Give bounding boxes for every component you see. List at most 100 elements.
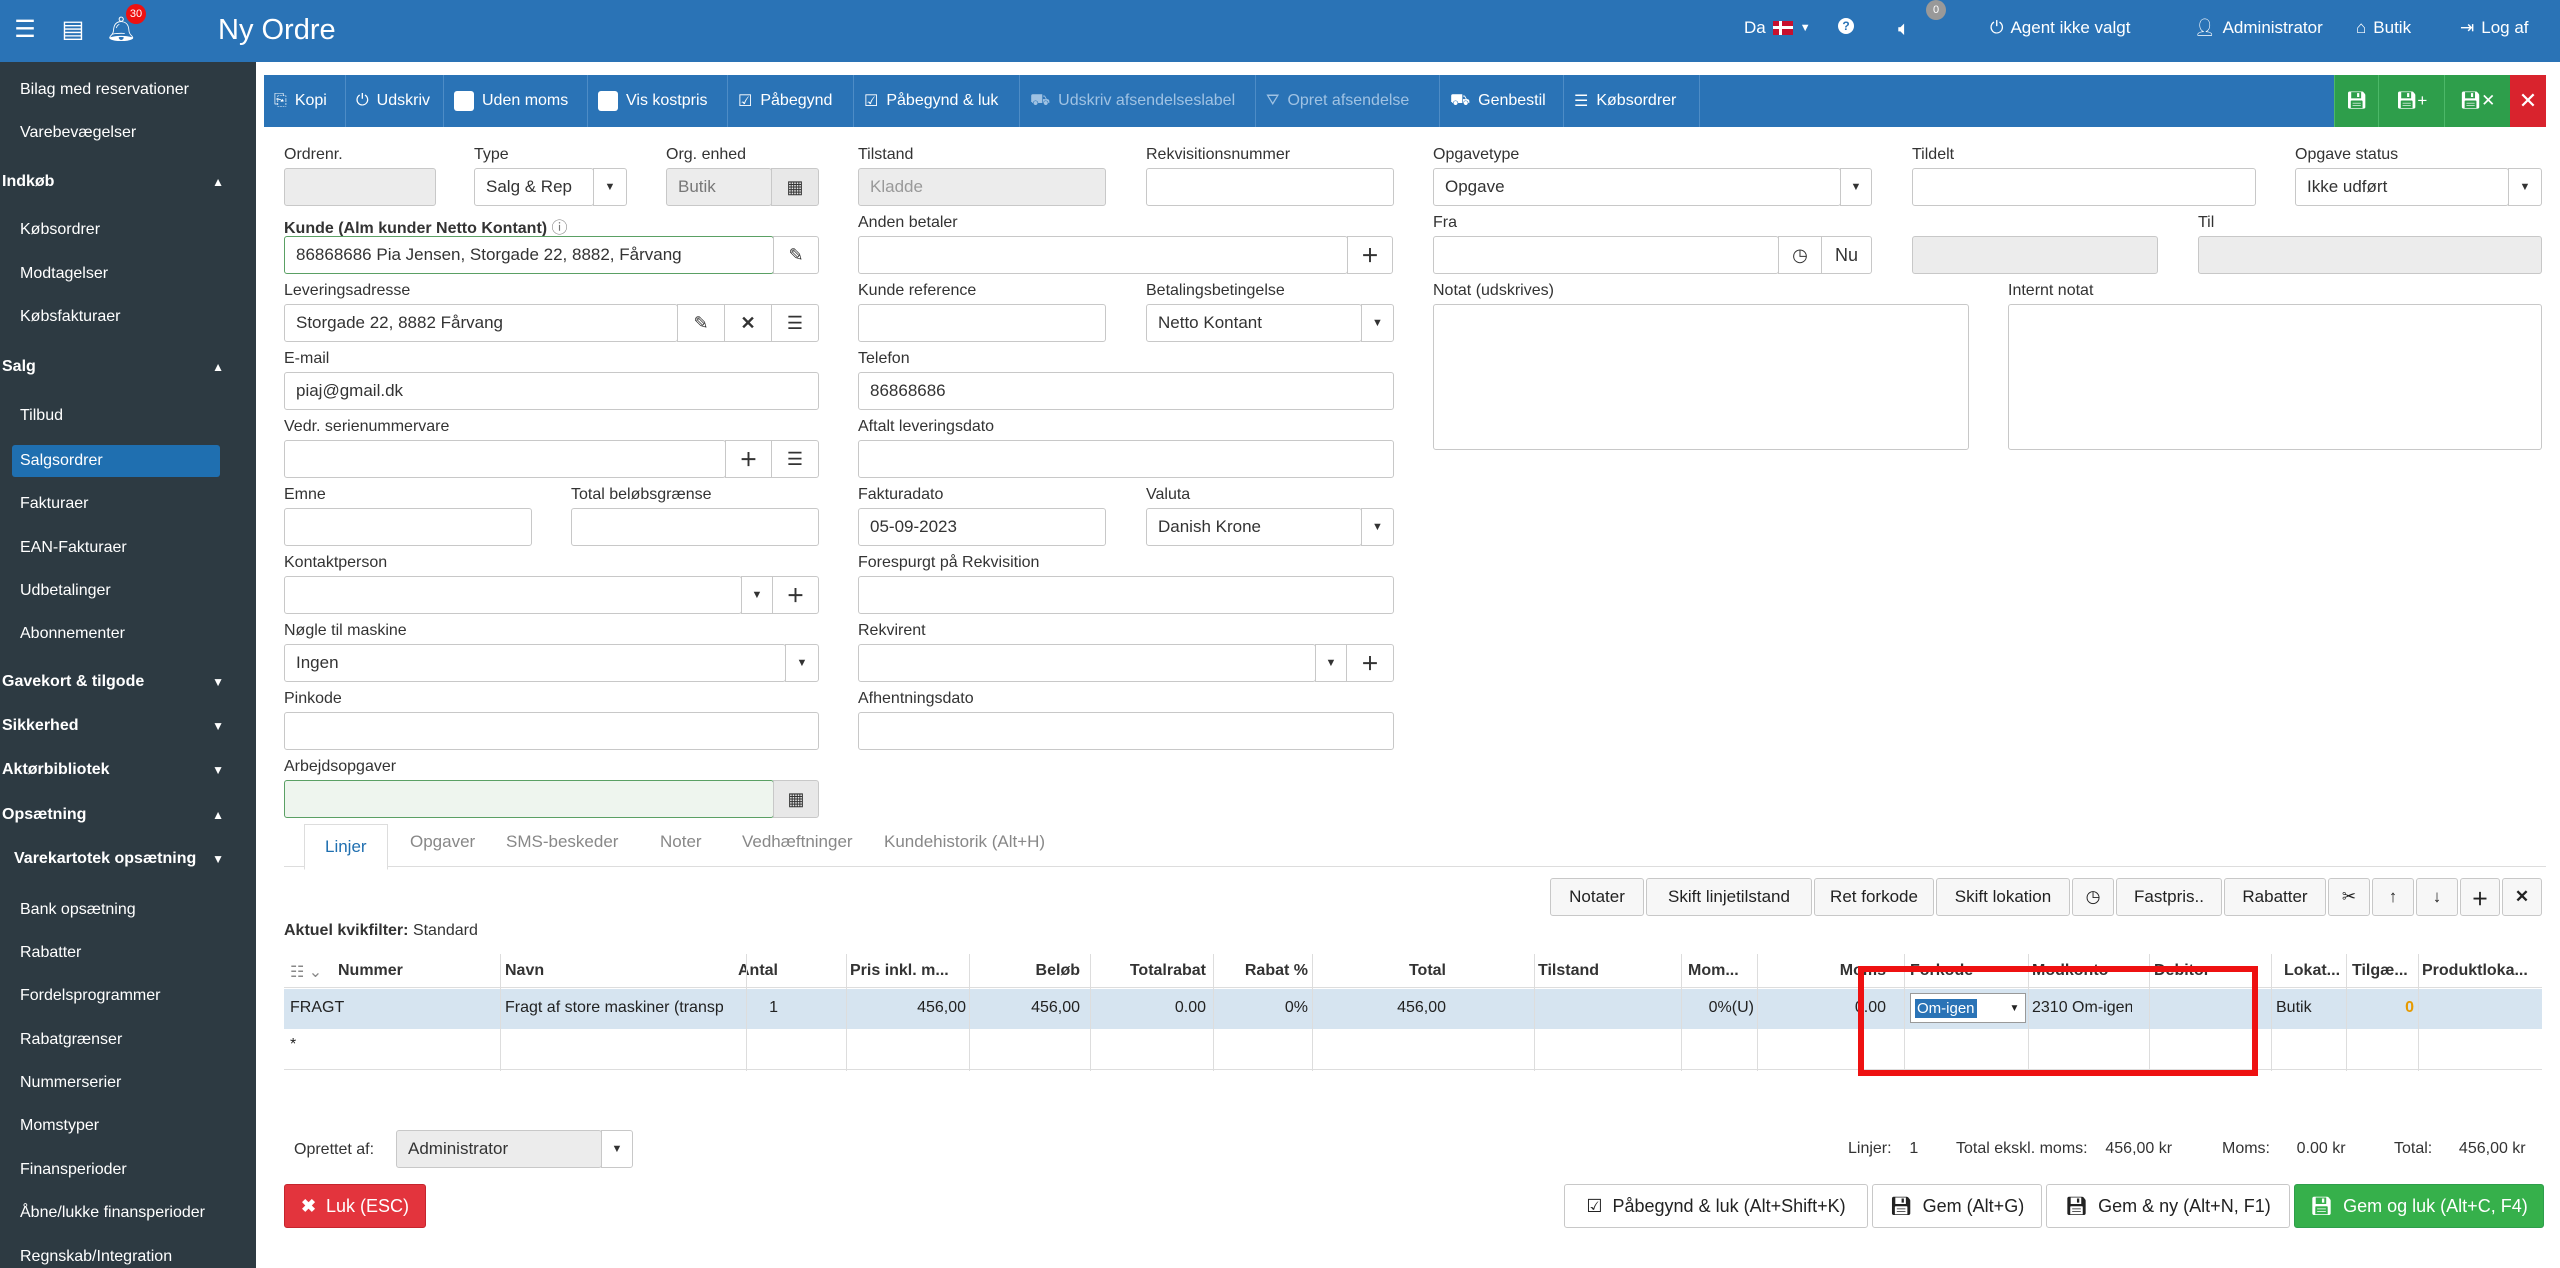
vedr-serienummervare-field[interactable] bbox=[284, 440, 726, 478]
anden-betaler-add-button[interactable]: ＋ bbox=[1347, 236, 1393, 274]
opgavetype-select[interactable]: Opgave bbox=[1433, 168, 1841, 206]
tilstand-field[interactable]: Kladde bbox=[858, 168, 1106, 206]
afhentningsdato-field[interactable] bbox=[858, 712, 1394, 750]
nogle-dropdown-button[interactable]: ▼ bbox=[785, 644, 819, 682]
close-button[interactable]: ✕ bbox=[2510, 75, 2546, 127]
betalingsbetingelse-select[interactable]: Netto Kontant bbox=[1146, 304, 1362, 342]
arbejdsopgaver-calc-button[interactable]: ▦ bbox=[773, 780, 819, 818]
col-antal[interactable]: Antal bbox=[726, 962, 778, 980]
tab-opgaver[interactable]: Opgaver bbox=[410, 832, 475, 852]
gem-ny-button[interactable]: 💾︎ Gem & ny (Alt+N, F1) bbox=[2046, 1184, 2290, 1228]
pinkode-field[interactable] bbox=[284, 712, 819, 750]
sidebar-item-modtagelser[interactable]: Modtagelser bbox=[20, 265, 108, 283]
col-pris[interactable]: Pris inkl. m... bbox=[850, 962, 966, 980]
help-button[interactable]: ? bbox=[1838, 18, 1854, 34]
vis-kostpris-toggle[interactable]: Vis kostpris bbox=[588, 75, 728, 127]
nu-button[interactable]: Nu bbox=[1821, 236, 1872, 274]
sidebar-item-varebevaegelser[interactable]: Varebevægelser bbox=[20, 124, 136, 142]
oprettet-af-dropdown-button[interactable]: ▼ bbox=[601, 1130, 633, 1168]
copy-button[interactable]: ⎘ Kopi bbox=[264, 75, 346, 127]
total-belobsgraense-field[interactable] bbox=[571, 508, 819, 546]
gem-button[interactable]: 💾︎ Gem (Alt+G) bbox=[1872, 1184, 2042, 1228]
sidebar-item-regnskab-integration[interactable]: Regnskab/Integration bbox=[20, 1248, 172, 1266]
fra-field[interactable] bbox=[1433, 236, 1779, 274]
print-button[interactable]: ⏻ Udskriv bbox=[346, 75, 444, 127]
notater-button[interactable]: Notater bbox=[1550, 878, 1644, 916]
sidebar-group-aktorbibliotek[interactable]: Aktørbibliotek ▼ bbox=[0, 761, 256, 779]
leveringsadresse-clear-button[interactable]: ✕ bbox=[724, 304, 772, 342]
col-mom[interactable]: Mom... bbox=[1688, 962, 1754, 980]
luk-button[interactable]: ✖ Luk (ESC) bbox=[284, 1184, 426, 1228]
hamburger-menu-icon[interactable]: ☰ bbox=[10, 14, 40, 44]
serienummer-add-button[interactable]: ＋ bbox=[725, 440, 772, 478]
kunde-edit-button[interactable]: ✎ bbox=[773, 236, 819, 274]
create-shipment-button[interactable]: ⛛ Opret afsendelse bbox=[1256, 75, 1440, 127]
sidebar-item-finansperioder[interactable]: Finansperioder bbox=[20, 1161, 127, 1179]
col-lokation[interactable]: Lokat... bbox=[2284, 962, 2348, 980]
opgave-status-dropdown-button[interactable]: ▼ bbox=[2508, 168, 2542, 206]
sidebar-item-bank-opsaetning[interactable]: Bank opsætning bbox=[20, 901, 136, 919]
sidebar-item-fordelsprogrammer[interactable]: Fordelsprogrammer bbox=[20, 987, 160, 1005]
sidebar-item-fakturaer[interactable]: Fakturaer bbox=[20, 495, 88, 513]
gem-luk-button[interactable]: 💾︎ Gem og luk (Alt+C, F4) bbox=[2294, 1184, 2544, 1228]
print-shipping-label-button[interactable]: ⛟ Udskriv afsendelseslabel bbox=[1020, 75, 1256, 127]
kontaktperson-add-button[interactable]: ＋ bbox=[772, 576, 819, 614]
sidebar-item-salgsordrer[interactable]: Salgsordrer bbox=[20, 452, 103, 470]
col-total[interactable]: Total bbox=[1314, 962, 1446, 980]
tab-linjer[interactable]: Linjer bbox=[304, 824, 388, 870]
arbejdsopgaver-field[interactable] bbox=[284, 780, 774, 818]
user-button[interactable]: 👤︎ Administrator bbox=[2194, 18, 2323, 38]
kontaktperson-select[interactable] bbox=[284, 576, 742, 614]
oprettet-af-select[interactable]: Administrator bbox=[396, 1130, 602, 1168]
delete-line-button[interactable]: ✕ bbox=[2502, 878, 2542, 916]
til-field[interactable] bbox=[2198, 236, 2542, 274]
fra-time-field[interactable] bbox=[1912, 236, 2158, 274]
pabegynd-button[interactable]: ☑ Påbegynd bbox=[728, 75, 854, 127]
telefon-field[interactable]: 86868686 bbox=[858, 372, 1394, 410]
shop-button[interactable]: ⌂ Butik bbox=[2356, 18, 2411, 38]
type-dropdown-button[interactable]: ▼ bbox=[593, 168, 627, 206]
col-belob[interactable]: Beløb bbox=[970, 962, 1080, 980]
betalingsbetingelse-dropdown-button[interactable]: ▼ bbox=[1361, 304, 1394, 342]
checkbox-icon[interactable] bbox=[454, 91, 474, 111]
leveringsadresse-field[interactable]: Storgade 22, 8882 Fårvang bbox=[284, 304, 678, 342]
kobsordrer-button[interactable]: ☰ Købsordrer bbox=[1564, 75, 1700, 127]
forespurgt-field[interactable] bbox=[858, 576, 1394, 614]
checkbox-icon[interactable] bbox=[598, 91, 618, 111]
sidebar-item-momstyper[interactable]: Momstyper bbox=[20, 1117, 99, 1135]
fakturadato-field[interactable]: 05-09-2023 bbox=[858, 508, 1106, 546]
sidebar-item-bilag[interactable]: Bilag med reservationer bbox=[20, 81, 189, 99]
speaker-button[interactable]: 🔈︎ bbox=[1898, 18, 1910, 41]
clock-button[interactable]: ◷ bbox=[2072, 878, 2114, 916]
move-up-button[interactable]: ↑ bbox=[2372, 878, 2414, 916]
sidebar-item-rabatgraenser[interactable]: Rabatgrænser bbox=[20, 1031, 122, 1049]
ret-forkode-button[interactable]: Ret forkode bbox=[1814, 878, 1934, 916]
rekvirent-add-button[interactable]: ＋ bbox=[1346, 644, 1394, 682]
col-produktlokation[interactable]: Produktloka... bbox=[2422, 962, 2538, 980]
move-down-button[interactable]: ↓ bbox=[2416, 878, 2458, 916]
skift-lokation-button[interactable]: Skift lokation bbox=[1936, 878, 2070, 916]
valuta-dropdown-button[interactable]: ▼ bbox=[1361, 508, 1394, 546]
agent-button[interactable]: ⏻ Agent ikke valgt bbox=[1990, 18, 2130, 38]
emne-field[interactable] bbox=[284, 508, 532, 546]
kunde-field[interactable]: 86868686 Pia Jensen, Storgade 22, 8882, … bbox=[284, 236, 774, 274]
col-tilstand[interactable]: Tilstand bbox=[1538, 962, 1599, 980]
rekvirent-dropdown-button[interactable]: ▼ bbox=[1315, 644, 1347, 682]
tildelt-field[interactable] bbox=[1912, 168, 2256, 206]
skift-linjetilstand-button[interactable]: Skift linjetilstand bbox=[1646, 878, 1812, 916]
tab-kundehistorik[interactable]: Kundehistorik (Alt+H) bbox=[884, 832, 1045, 852]
uden-moms-toggle[interactable]: Uden moms bbox=[444, 75, 588, 127]
save-new-icon-button[interactable]: 💾︎+ bbox=[2378, 75, 2444, 127]
opgave-status-select[interactable]: Ikke udført bbox=[2295, 168, 2509, 206]
sidebar-item-udbetalinger[interactable]: Udbetalinger bbox=[20, 582, 111, 600]
sidebar-item-nummerserier[interactable]: Nummerserier bbox=[20, 1074, 121, 1092]
tab-noter[interactable]: Noter bbox=[660, 832, 702, 852]
genbestil-button[interactable]: ⛟ Genbestil bbox=[1440, 75, 1564, 127]
col-totalrabat[interactable]: Totalrabat bbox=[1090, 962, 1206, 980]
sidebar-item-tilbud[interactable]: Tilbud bbox=[20, 407, 63, 425]
aftalt-leveringsdato-field[interactable] bbox=[858, 440, 1394, 478]
sidebar-item-rabatter[interactable]: Rabatter bbox=[20, 944, 81, 962]
tab-vedhaeftninger[interactable]: Vedhæftninger bbox=[742, 832, 853, 852]
type-select[interactable]: Salg & Rep bbox=[474, 168, 594, 206]
sidebar-item-aabne-lukke-finansperioder[interactable]: Åbne/lukke finansperioder bbox=[20, 1204, 205, 1222]
